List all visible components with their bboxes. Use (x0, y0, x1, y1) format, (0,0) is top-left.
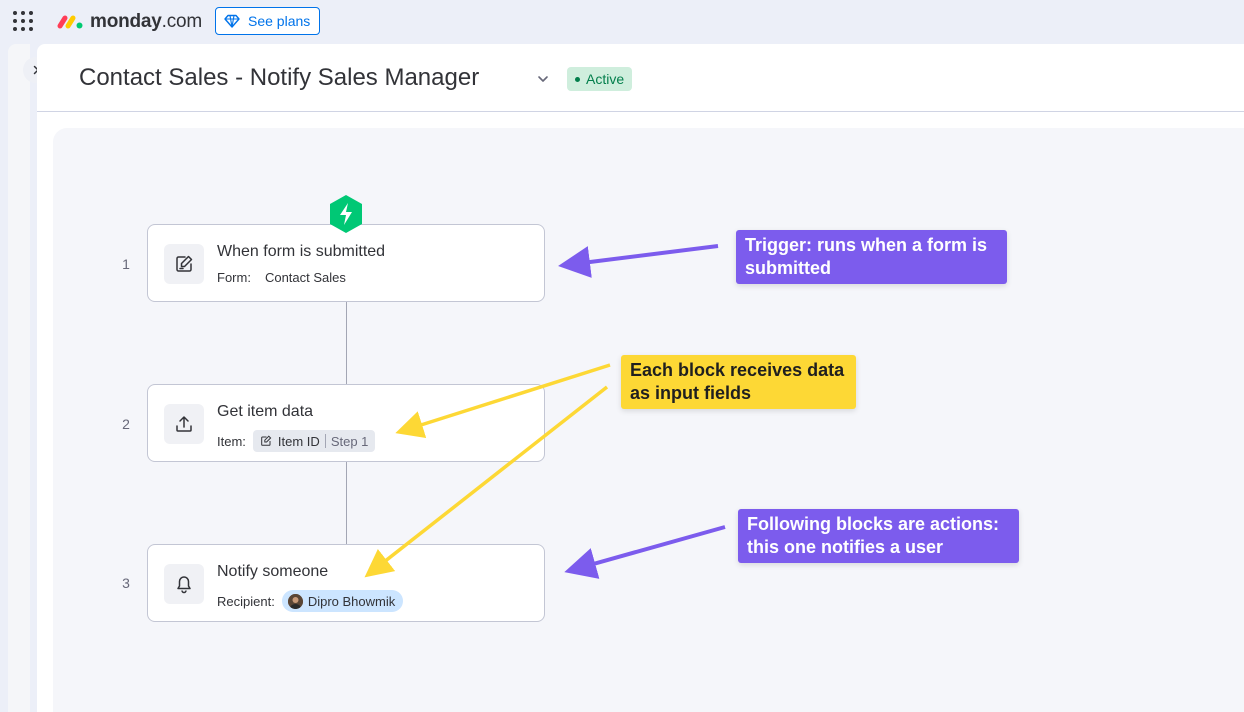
status-dot-icon (575, 76, 580, 82)
form-value[interactable]: Contact Sales (265, 270, 346, 285)
top-bar: monday.com See plans (0, 0, 1244, 44)
chip-step: Step 1 (330, 433, 369, 449)
block-field: Recipient: Dipro Bhowmik (217, 590, 404, 612)
lightning-trigger-icon (330, 195, 362, 233)
callout-actions: Following blocks are actions: this one n… (738, 509, 1019, 563)
chip-label: Item ID (277, 433, 320, 449)
recipient-name: Dipro Bhowmik (307, 593, 396, 609)
monday-logo[interactable]: monday.com (56, 10, 202, 34)
workflow-block-trigger[interactable]: When form is submitted Form: Contact Sal… (147, 224, 545, 302)
see-plans-button[interactable]: See plans (215, 7, 321, 35)
upload-icon (176, 416, 192, 432)
block-title: When form is submitted (217, 243, 386, 260)
item-id-chip[interactable]: Item ID Step 1 (252, 430, 376, 452)
step-number: 2 (122, 416, 130, 432)
step-number: 3 (122, 575, 130, 591)
monday-logo-mark-icon (57, 15, 83, 29)
see-plans-label: See plans (248, 13, 311, 29)
connector-line (346, 462, 347, 544)
form-edit-icon (261, 435, 272, 446)
field-label: Item: (217, 433, 246, 449)
form-edit-icon (176, 255, 193, 272)
user-avatar-icon (287, 593, 303, 609)
block-icon (164, 404, 204, 444)
field-label: Form: (217, 270, 251, 285)
workflow-block-get-item-data[interactable]: Get item data Item: Item ID Step 1 (147, 384, 545, 462)
status-label: Active (586, 71, 625, 87)
bell-icon (177, 576, 191, 594)
chevron-down-icon[interactable] (536, 72, 550, 86)
block-title: Notify someone (217, 563, 329, 580)
connector-line (346, 302, 347, 384)
diamond-icon (224, 14, 240, 28)
step-number: 1 (122, 256, 130, 272)
avatar (287, 593, 303, 609)
block-field: Form: Contact Sales (217, 270, 346, 285)
block-icon (164, 564, 204, 604)
block-title: Get item data (217, 403, 314, 420)
block-icon (164, 244, 204, 284)
status-badge[interactable]: Active (567, 67, 633, 91)
callout-trigger: Trigger: runs when a form is submitted (736, 230, 1007, 284)
chip-separator (324, 434, 326, 448)
workflow-block-notify[interactable]: Notify someone Recipient: Dipro Bhowmik (147, 544, 545, 622)
recipient-chip[interactable]: Dipro Bhowmik (281, 590, 404, 612)
page-title[interactable]: Contact Sales - Notify Sales Manager (79, 64, 479, 92)
block-field: Item: Item ID Step 1 (217, 430, 376, 452)
logo-text: monday.com (90, 11, 203, 32)
callout-data: Each block receives data as input fields (621, 355, 856, 409)
left-sidebar-collapsed (8, 44, 30, 712)
apps-grid-icon[interactable] (12, 10, 34, 32)
field-label: Recipient: (217, 593, 275, 609)
header-divider (37, 111, 1244, 112)
